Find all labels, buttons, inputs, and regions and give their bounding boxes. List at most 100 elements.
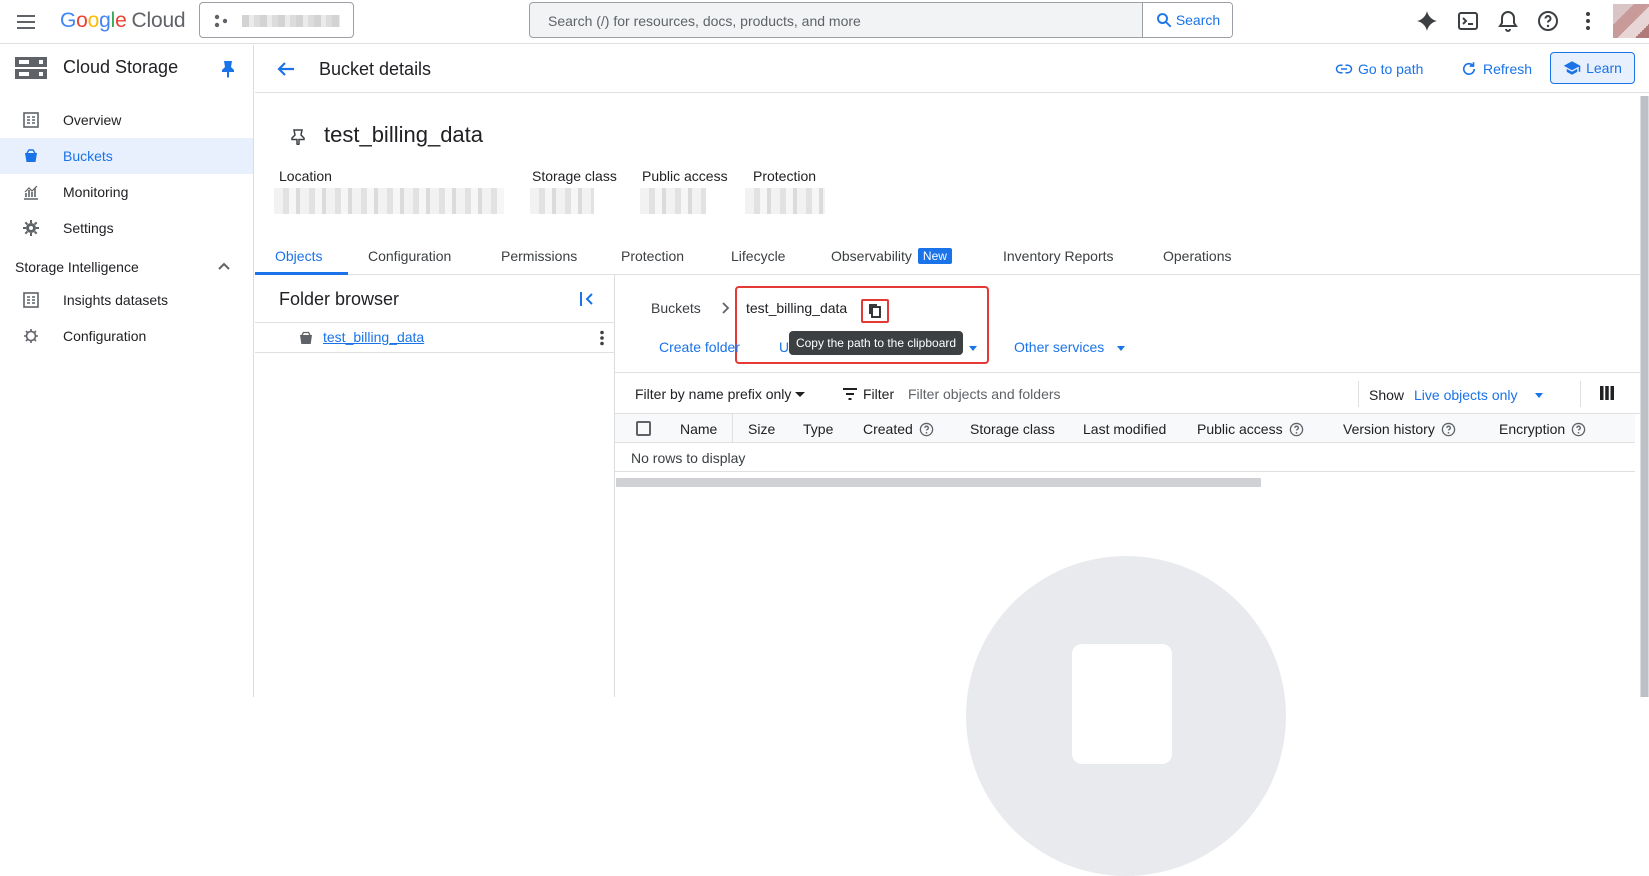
select-all-checkbox[interactable] xyxy=(636,421,651,436)
tab-protection[interactable]: Protection xyxy=(621,248,684,264)
objects-table-header: Name Size Type Created Storage class Las… xyxy=(615,414,1635,443)
prefix-filter-caret-icon[interactable] xyxy=(795,392,805,397)
vertical-scrollbar[interactable] xyxy=(1640,96,1649,697)
pin-icon[interactable] xyxy=(221,60,235,78)
pin-outline-icon[interactable] xyxy=(291,129,305,145)
show-select[interactable]: Live objects only xyxy=(1414,387,1518,403)
logo-letter: G xyxy=(60,9,77,32)
column-name[interactable]: Name xyxy=(680,421,717,437)
column-storage-class[interactable]: Storage class xyxy=(970,421,1055,437)
tab-configuration[interactable]: Configuration xyxy=(368,248,451,264)
collapse-panel-icon[interactable] xyxy=(578,290,596,308)
column-type[interactable]: Type xyxy=(803,421,833,437)
cloud-shell-icon[interactable] xyxy=(1456,9,1480,33)
location-value-redacted xyxy=(274,188,504,214)
tab-operations[interactable]: Operations xyxy=(1163,248,1231,264)
help-icon[interactable] xyxy=(1571,422,1586,437)
column-created[interactable]: Created xyxy=(863,421,934,437)
menu-icon[interactable] xyxy=(14,10,38,34)
configuration-icon xyxy=(24,329,38,343)
go-to-path-button[interactable]: Go to path xyxy=(1335,60,1423,78)
sidebar-item-settings[interactable]: Settings xyxy=(0,210,253,246)
more-vert-icon[interactable] xyxy=(1576,9,1600,33)
other-services-button[interactable]: Other services xyxy=(1014,339,1104,355)
column-version-history[interactable]: Version history xyxy=(1343,421,1456,437)
section-storage-intelligence[interactable]: Storage Intelligence xyxy=(15,256,245,280)
filter-bar: Filter by name prefix only Filter Filter… xyxy=(615,372,1649,414)
tab-lifecycle[interactable]: Lifecycle xyxy=(731,248,785,264)
go-to-path-label: Go to path xyxy=(1358,61,1424,77)
sidebar-item-insights-datasets[interactable]: Insights datasets xyxy=(0,282,253,318)
empty-state-illustration xyxy=(966,556,1286,876)
upload-button[interactable]: U xyxy=(779,339,789,355)
bucket-icon xyxy=(25,149,37,162)
copy-path-tooltip: Copy the path to the clipboard xyxy=(789,331,963,355)
sidebar-item-label: Overview xyxy=(63,112,122,128)
sidebar-item-buckets[interactable]: Buckets xyxy=(0,138,253,174)
breadcrumb-buckets[interactable]: Buckets xyxy=(651,300,701,316)
horizontal-scrollbar[interactable] xyxy=(616,478,1261,487)
folder-browser-panel: Folder browser test_billing_data xyxy=(255,275,615,697)
document-icon xyxy=(1072,644,1172,764)
page-header: Bucket details Go to path Refresh Learn xyxy=(255,45,1649,93)
sidebar-item-label: Buckets xyxy=(63,148,113,164)
show-select-caret-icon[interactable] xyxy=(1535,393,1543,398)
protection-value-redacted xyxy=(745,188,825,214)
avatar[interactable] xyxy=(1613,4,1649,38)
help-icon[interactable] xyxy=(919,422,934,437)
tab-inventory-reports[interactable]: Inventory Reports xyxy=(1003,248,1114,264)
help-icon[interactable] xyxy=(1536,9,1560,33)
back-arrow-icon[interactable] xyxy=(274,57,298,81)
learn-label: Learn xyxy=(1586,60,1622,76)
bucket-name-heading: test_billing_data xyxy=(324,122,484,147)
column-public-access[interactable]: Public access xyxy=(1197,421,1304,437)
search-bar[interactable]: Search (/) for resources, docs, products… xyxy=(529,2,1233,38)
filter-icon xyxy=(843,388,857,400)
logo-letter: e xyxy=(115,9,127,32)
help-icon[interactable] xyxy=(1289,422,1304,437)
notifications-icon[interactable] xyxy=(1496,9,1520,33)
section-label: Storage Intelligence xyxy=(15,259,139,275)
create-folder-button[interactable]: Create folder xyxy=(659,339,740,355)
top-bar: Google Cloud Search (/) for resources, do… xyxy=(0,0,1649,44)
divider xyxy=(1358,381,1359,407)
refresh-label: Refresh xyxy=(1483,61,1533,77)
help-icon[interactable] xyxy=(1441,422,1456,437)
folder-tree-root[interactable]: test_billing_data xyxy=(255,323,615,353)
sidebar-item-monitoring[interactable]: Monitoring xyxy=(0,174,253,210)
prefix-filter-select[interactable]: Filter by name prefix only xyxy=(635,386,791,402)
folder-tree-bucket-link[interactable]: test_billing_data xyxy=(323,329,424,345)
google-cloud-logo[interactable]: Google Cloud xyxy=(60,8,186,34)
column-encryption[interactable]: Encryption xyxy=(1499,421,1586,437)
page-title: Bucket details xyxy=(319,59,432,79)
search-button[interactable]: Search xyxy=(1142,3,1232,37)
column-encryption-label: Encryption xyxy=(1499,421,1566,437)
project-dots-icon xyxy=(214,14,228,28)
refresh-button[interactable]: Refresh xyxy=(1460,60,1532,78)
search-input[interactable]: Search (/) for resources, docs, products… xyxy=(548,13,861,29)
table-bottom-border xyxy=(615,471,1635,472)
sidebar-item-overview[interactable]: Overview xyxy=(0,102,253,138)
settings-icon xyxy=(23,220,39,236)
learn-button[interactable]: Learn xyxy=(1550,52,1635,84)
column-created-label: Created xyxy=(863,421,913,437)
more-vert-icon[interactable] xyxy=(599,330,605,346)
meta-label-location: Location xyxy=(279,168,332,184)
chevron-right-icon xyxy=(722,302,730,314)
sidebar-item-configuration[interactable]: Configuration xyxy=(0,318,253,354)
column-last-modified[interactable]: Last modified xyxy=(1083,421,1166,437)
upload-dropdown-caret-icon[interactable] xyxy=(969,346,977,351)
bucket-icon xyxy=(300,331,312,344)
other-services-caret-icon[interactable] xyxy=(1117,346,1125,351)
tab-permissions[interactable]: Permissions xyxy=(501,248,577,264)
project-picker[interactable] xyxy=(199,2,354,38)
tab-objects[interactable]: Objects xyxy=(275,248,322,264)
tab-observability[interactable]: Observability New xyxy=(831,248,952,265)
chevron-up-icon[interactable] xyxy=(217,260,231,274)
gemini-sparkle-icon[interactable] xyxy=(1415,9,1439,33)
filter-input[interactable]: Filter objects and folders xyxy=(908,386,1061,402)
column-size[interactable]: Size xyxy=(748,421,775,437)
scrollbar-thumb[interactable] xyxy=(1641,96,1648,697)
search-icon xyxy=(1156,13,1172,28)
column-display-icon[interactable] xyxy=(1600,386,1614,400)
